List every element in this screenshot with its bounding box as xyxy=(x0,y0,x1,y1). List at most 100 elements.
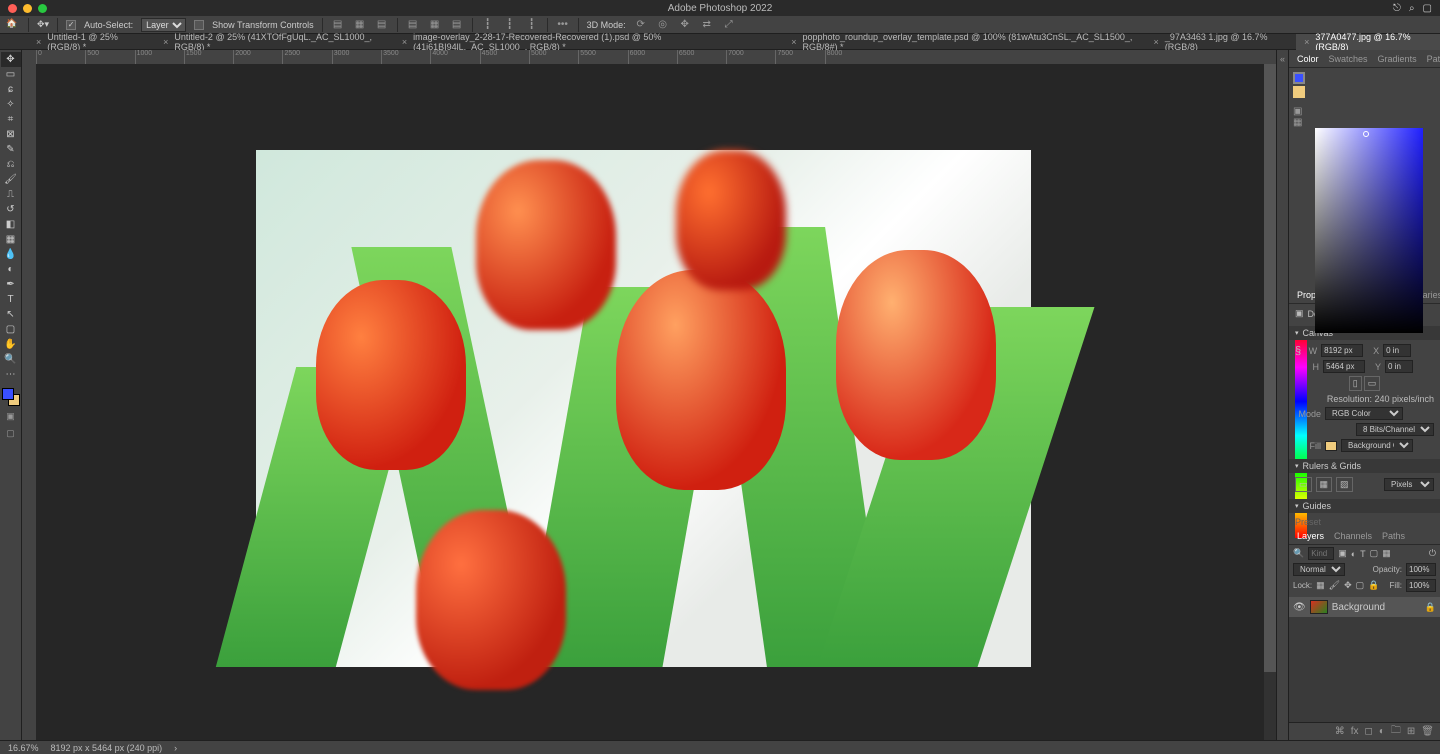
align-top-icon[interactable]: ▤ xyxy=(406,18,420,32)
canvas-width-input[interactable] xyxy=(1321,344,1363,357)
color-field[interactable] xyxy=(1315,128,1423,333)
bit-depth-select[interactable]: 8 Bits/Channel xyxy=(1356,423,1434,436)
tab-paths[interactable]: Paths xyxy=(1378,531,1409,541)
filter-smart-icon[interactable]: ▦ xyxy=(1382,548,1391,559)
group-icon[interactable]: 🗀 xyxy=(1391,723,1401,740)
healing-tool[interactable]: ⎌ xyxy=(1,157,21,172)
close-tab-icon[interactable]: × xyxy=(163,37,168,47)
filter-image-icon[interactable]: ▣ xyxy=(1338,548,1347,559)
foreground-color-swatch[interactable] xyxy=(2,388,14,400)
align-bottom-icon[interactable]: ▤ xyxy=(450,18,464,32)
close-tab-icon[interactable]: × xyxy=(402,37,407,47)
workspace-icon[interactable]: ▢ xyxy=(1423,3,1432,14)
align-center-v-icon[interactable]: ▦ xyxy=(428,18,442,32)
document-canvas[interactable] xyxy=(256,150,1031,667)
ruler-vertical[interactable] xyxy=(22,64,36,740)
lock-all-icon[interactable]: 🔒 xyxy=(1368,580,1379,591)
opacity-input[interactable] xyxy=(1406,563,1436,576)
screen-mode-icon[interactable]: ▢ xyxy=(2,426,20,440)
close-tab-icon[interactable]: × xyxy=(1154,37,1159,47)
crop-tool[interactable]: ⌗ xyxy=(1,112,21,127)
rulers-section-header[interactable]: Rulers & Grids xyxy=(1289,459,1440,473)
maximize-window-button[interactable] xyxy=(38,4,47,13)
blur-tool[interactable]: 💧 xyxy=(1,247,21,262)
fill-input[interactable] xyxy=(1406,579,1436,592)
orbit-3d-icon[interactable]: ⟳ xyxy=(634,18,648,32)
distribute-spacing-icon[interactable]: ┇ xyxy=(525,18,539,32)
doc-tab[interactable]: ×Untitled-2 @ 25% (41XTOfFgUqL._AC_SL100… xyxy=(155,34,394,50)
stamp-tool[interactable]: ⎍ xyxy=(1,187,21,202)
grid-toggle-icon[interactable]: ▦ xyxy=(1316,477,1333,492)
hand-tool[interactable]: ✋ xyxy=(1,337,21,352)
zoom-tool[interactable]: 🔍 xyxy=(1,352,21,367)
ruler-origin[interactable] xyxy=(22,50,36,64)
auto-select-target[interactable]: Layer xyxy=(141,18,186,32)
orientation-portrait-icon[interactable]: ▯ xyxy=(1349,376,1362,391)
layer-row[interactable]: 👁 Background 🔒 xyxy=(1289,597,1440,617)
fg-color-chip[interactable] xyxy=(1293,72,1305,84)
layer-thumbnail[interactable] xyxy=(1310,600,1328,614)
picker-mode-icon[interactable]: ▣ xyxy=(1293,106,1311,117)
filter-adjust-icon[interactable]: ◐ xyxy=(1351,549,1356,559)
tab-gradients[interactable]: Gradients xyxy=(1374,54,1421,64)
dodge-tool[interactable]: ◐ xyxy=(1,262,21,277)
pen-tool[interactable]: ✒ xyxy=(1,277,21,292)
document-dimensions[interactable]: 8192 px x 5464 px (240 ppi) xyxy=(51,743,163,753)
rectangle-tool[interactable]: ▢ xyxy=(1,322,21,337)
visibility-toggle-icon[interactable]: 👁 xyxy=(1293,602,1306,613)
fill-select[interactable]: Background Color xyxy=(1341,439,1413,452)
scale-3d-icon[interactable]: ⤢ xyxy=(722,18,736,32)
orientation-landscape-icon[interactable]: ▭ xyxy=(1364,376,1381,391)
adjustment-layer-icon[interactable]: ◐ xyxy=(1379,726,1385,737)
lock-pixels-icon[interactable]: 🖌 xyxy=(1329,580,1340,591)
tab-channels[interactable]: Channels xyxy=(1330,531,1376,541)
color-mode-select[interactable]: RGB Color xyxy=(1325,407,1403,420)
more-options-icon[interactable]: ••• xyxy=(556,18,570,32)
doc-tab[interactable]: ×image-overlay_2-28-17-Recovered-Recover… xyxy=(394,34,783,50)
ruler-toggle-icon[interactable]: ▭ xyxy=(1295,477,1312,492)
path-tool[interactable]: ↖ xyxy=(1,307,21,322)
close-tab-icon[interactable]: × xyxy=(36,37,41,47)
tab-layers[interactable]: Layers xyxy=(1293,531,1328,541)
slide-3d-icon[interactable]: ⇄ xyxy=(700,18,714,32)
eyedropper-tool[interactable]: ✎ xyxy=(1,142,21,157)
new-layer-icon[interactable]: ⊞ xyxy=(1407,726,1415,737)
canvas-y-input[interactable] xyxy=(1385,360,1413,373)
bg-color-chip[interactable] xyxy=(1293,86,1305,98)
lock-artboard-icon[interactable]: ▢ xyxy=(1356,580,1365,591)
eraser-tool[interactable]: ◧ xyxy=(1,217,21,232)
status-chevron-icon[interactable]: › xyxy=(174,743,177,753)
wand-tool[interactable]: ✧ xyxy=(1,97,21,112)
pixel-grid-icon[interactable]: ▨ xyxy=(1336,477,1353,492)
gradient-tool[interactable]: ▦ xyxy=(1,232,21,247)
ruler-horizontal[interactable]: 0500100015002000250030003500400045005000… xyxy=(36,50,1276,64)
layer-kind-filter[interactable] xyxy=(1308,547,1334,560)
cloud-sync-icon[interactable]: ⎋ xyxy=(1393,3,1401,14)
scrollbar-vertical[interactable] xyxy=(1264,64,1276,740)
search-icon[interactable]: ⌕ xyxy=(1409,3,1415,14)
picker-mode-icon-2[interactable]: ▦ xyxy=(1293,117,1311,128)
edit-toolbar-icon[interactable]: ⋯ xyxy=(1,367,21,382)
tab-patterns[interactable]: Patterns xyxy=(1423,54,1440,64)
move-tool-icon[interactable]: ✥▾ xyxy=(37,19,49,30)
close-window-button[interactable] xyxy=(8,4,17,13)
auto-select-checkbox[interactable]: ✓ xyxy=(66,20,76,30)
filter-toggle-icon[interactable]: ⏻ xyxy=(1429,548,1436,559)
tab-swatches[interactable]: Swatches xyxy=(1325,54,1372,64)
canvas-height-input[interactable] xyxy=(1323,360,1365,373)
doc-tab[interactable]: ×popphoto_roundup_overlay_template.psd @… xyxy=(783,34,1145,50)
distribute-v-icon[interactable]: ┇ xyxy=(503,18,517,32)
delete-layer-icon[interactable]: 🗑 xyxy=(1421,726,1434,737)
layer-mask-icon[interactable]: ◻ xyxy=(1365,726,1373,737)
lock-transparency-icon[interactable]: ▦ xyxy=(1316,580,1325,591)
minimize-window-button[interactable] xyxy=(23,4,32,13)
show-transform-checkbox[interactable] xyxy=(194,20,204,30)
zoom-level[interactable]: 16.67% xyxy=(8,743,39,753)
frame-tool[interactable]: ⊠ xyxy=(1,127,21,142)
quick-mask-icon[interactable]: ▣ xyxy=(2,409,20,423)
align-center-h-icon[interactable]: ▦ xyxy=(353,18,367,32)
guides-section-header[interactable]: Guides xyxy=(1289,499,1440,513)
fill-color-chip[interactable] xyxy=(1325,441,1337,451)
roll-3d-icon[interactable]: ◎ xyxy=(656,18,670,32)
close-tab-icon[interactable]: × xyxy=(1304,37,1309,47)
